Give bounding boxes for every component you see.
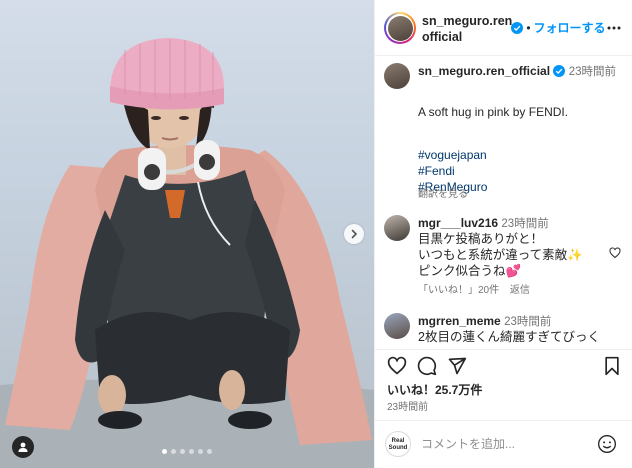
post-header: sn_meguro.ren_ official • フォローする [375, 0, 632, 56]
carousel-indicator [0, 449, 374, 454]
caption-author: sn_meguro.ren_official 23時間前 [418, 63, 628, 79]
follow-separator: • [526, 21, 531, 35]
emoji-icon[interactable] [597, 434, 617, 454]
comment-icon[interactable] [417, 356, 437, 376]
author-avatar[interactable] [384, 12, 416, 44]
commenter-username: mgrren_meme 23時間前 [418, 313, 551, 329]
caption-text: A soft hug in pink by FENDI. [418, 105, 569, 119]
commenter-username: mgr___luv216 23時間前 [418, 215, 549, 231]
comments-scroll-area[interactable]: sn_meguro.ren_official 23時間前 A soft hug … [375, 57, 632, 349]
post-photo [0, 38, 374, 468]
post-media[interactable] [0, 0, 374, 468]
carousel-dot [171, 449, 176, 454]
comment-username-text[interactable]: mgr___luv216 [418, 216, 498, 230]
avatar-image [387, 15, 413, 41]
follow-button[interactable]: • フォローする [511, 19, 606, 36]
reply-button[interactable]: 返信 [510, 285, 530, 296]
hashtag-link[interactable]: #Fendi [418, 163, 487, 179]
comment-input[interactable] [421, 435, 591, 453]
caption-username[interactable]: sn_meguro.ren_official [418, 64, 550, 78]
post-detail-panel: sn_meguro.ren_ official • フォローする sn_megur… [374, 0, 632, 468]
hashtag-link[interactable]: #voguejapan [418, 147, 487, 163]
tagged-users-button[interactable] [12, 436, 34, 458]
follow-label: フォローする [533, 21, 606, 35]
realsound-watermark-logo: Real Sound [385, 431, 411, 457]
likes-count[interactable]: いいね！25.7万件 [387, 381, 482, 398]
translate-link[interactable]: 翻訳を見る [418, 185, 468, 200]
comment-like-heart-icon[interactable] [609, 247, 621, 259]
carousel-dot [162, 449, 167, 454]
comment-line: 2枚目の蓮くん綺麗すぎてびっく [418, 330, 600, 344]
comment-time: 23時間前 [504, 316, 552, 328]
commenter-avatar[interactable] [384, 215, 410, 241]
heart-icon[interactable] [387, 356, 407, 376]
carousel-dot [198, 449, 203, 454]
comment-username-text[interactable]: mgrren_meme [418, 314, 501, 328]
commenter-avatar[interactable] [384, 313, 410, 339]
share-icon[interactable] [447, 356, 467, 376]
add-comment-bar: Real Sound [375, 420, 632, 468]
bookmark-icon[interactable] [603, 356, 621, 376]
instagram-post-window: sn_meguro.ren_ official • フォローする sn_megur… [0, 0, 632, 468]
carousel-dot [189, 449, 194, 454]
comment-item: mgr___luv216 23時間前 目黒ケ投稿ありがと！ いつもと系統が違って… [375, 215, 632, 296]
more-options-icon[interactable] [606, 20, 622, 36]
verified-badge-icon [553, 65, 566, 77]
comment-meta: 「いいね！」20件 返信 [418, 281, 538, 296]
comment-line: ピンク似合うね💕 [418, 264, 522, 278]
carousel-dot [180, 449, 185, 454]
comment-line: 目黒ケ投稿ありがと！ [418, 232, 544, 246]
verified-badge-icon [511, 22, 523, 34]
comment-item: mgrren_meme 23時間前 2枚目の蓮くん綺麗すぎてびっく [375, 313, 632, 349]
comment-line: いつもと系統が違って素敵✨ [418, 248, 583, 262]
comment-body: 2枚目の蓮くん綺麗すぎてびっく [418, 329, 628, 345]
post-time[interactable]: 23時間前 [387, 398, 428, 413]
next-arrow-icon [351, 229, 358, 239]
next-image-button[interactable] [344, 224, 364, 244]
comment-likes-count[interactable]: 「いいね！」20件 [418, 285, 499, 296]
caption-time[interactable]: 23時間前 [569, 66, 616, 78]
caption-author-avatar[interactable] [384, 63, 410, 89]
comment-time: 23時間前 [501, 218, 549, 230]
comment-body: 目黒ケ投稿ありがと！ いつもと系統が違って素敵✨ ピンク似合うね💕 [418, 231, 598, 279]
carousel-dot [207, 449, 212, 454]
